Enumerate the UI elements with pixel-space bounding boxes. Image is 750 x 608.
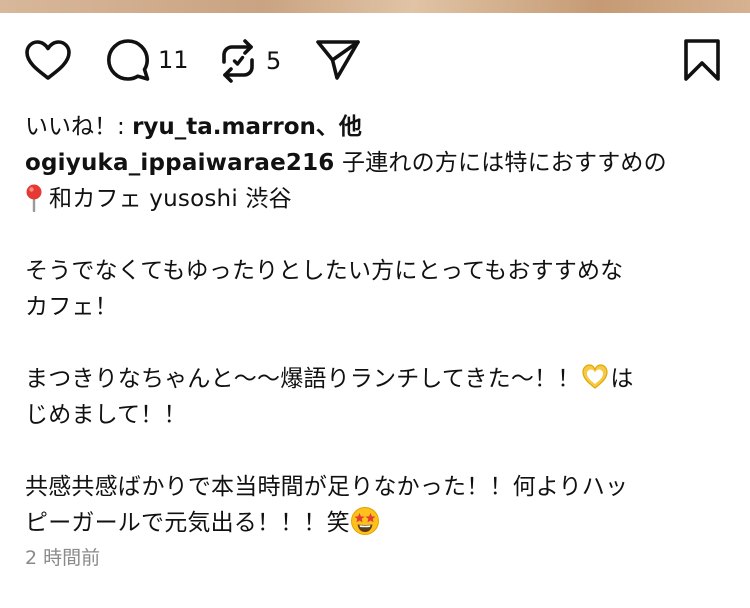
share-button[interactable] [315, 39, 361, 81]
caption-text-line: 子連れの方には特におすすめの [334, 150, 667, 176]
save-button[interactable] [683, 39, 721, 81]
repost-button[interactable]: 5 [218, 38, 281, 84]
like-button[interactable] [24, 39, 72, 81]
comment-count: 11 [158, 46, 189, 74]
caption-text-line: は [610, 366, 634, 392]
caption-text-line: そうでなくてもゆったりとしたい方にとってもおすすめな [25, 258, 624, 284]
caption-text-line: じめまして！！ [25, 402, 187, 428]
repost-count: 5 [266, 47, 282, 75]
caption-username[interactable]: ogiyuka_ippaiwarae216 [25, 150, 335, 176]
post-image-bottom-edge[interactable] [0, 0, 750, 13]
caption-text-line: 共感共感ばかりで本当時間が足りなかった！！何よりハッ [25, 474, 629, 500]
heart-outline-icon [25, 40, 71, 80]
caption-text-line: まつきりなちゃんと〜〜爆語りランチしてきた〜！！ [25, 366, 581, 392]
caption-text-line: 和カフェ yusoshi 渋谷 [49, 186, 292, 212]
likes-users[interactable]: ryu_ta.marron、他 [132, 114, 362, 140]
round-pushpin-emoji [25, 184, 43, 213]
paper-plane-icon [316, 40, 360, 80]
caption-text-line: ピーガールで元気出る！！！笑 [25, 510, 350, 536]
heart-hands-emoji [580, 362, 610, 392]
likes-summary[interactable]: いいね！: ryu_ta.marron、他 [25, 107, 362, 141]
bookmark-outline-icon [684, 39, 720, 81]
star-struck-emoji [350, 506, 380, 536]
caption-text-line: カフェ！ [25, 294, 118, 320]
repost-arrows-icon [222, 39, 254, 83]
comment-button[interactable]: 11 [106, 39, 189, 81]
action-bar: 11 5 [0, 30, 750, 90]
likes-prefix: いいね！: [25, 114, 133, 140]
post-caption: ogiyuka_ippaiwarae216 子連れの方には特におすすめの 和カフ… [25, 145, 730, 541]
post-timestamp: 2 時間前 [25, 547, 101, 569]
speech-bubble-icon [107, 39, 150, 81]
